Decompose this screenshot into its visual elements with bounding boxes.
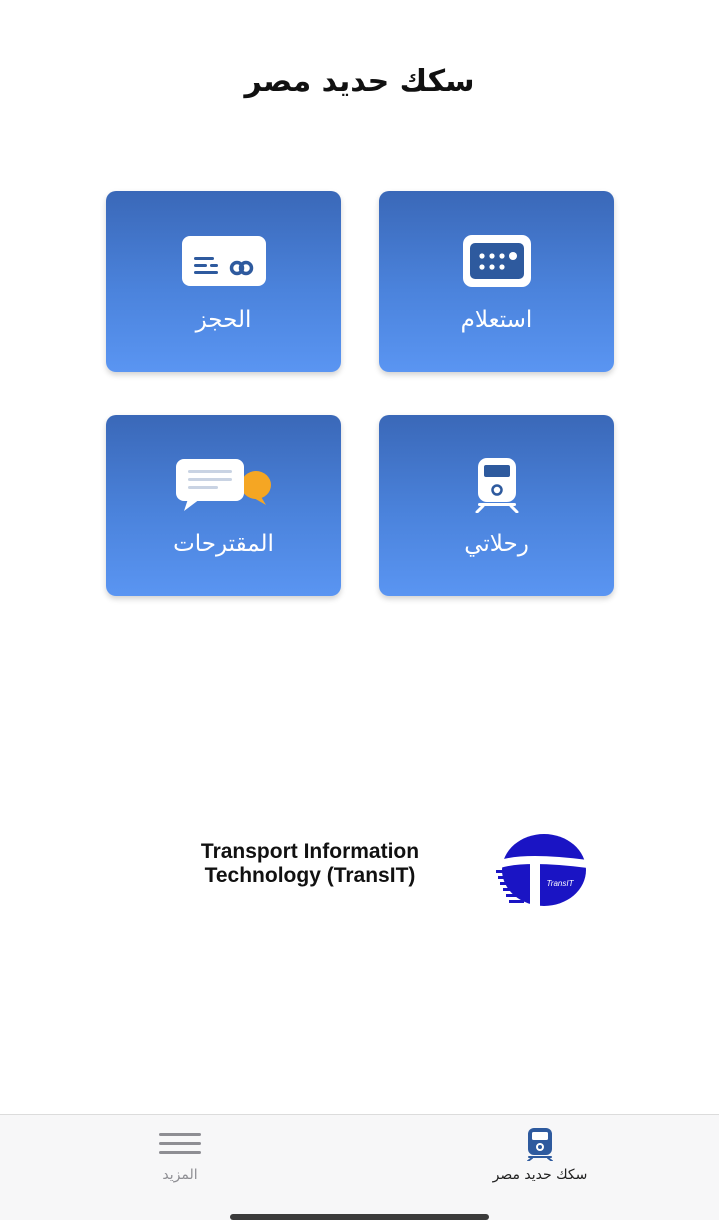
branding-line-2: Technology (TransIT) [204,864,416,887]
bottom-tab-bar: المزيد سكك حديد مصر [0,1114,719,1220]
my-trips-tile[interactable]: رحلاتي [379,415,614,596]
inquiry-tile[interactable]: استعلام [379,191,614,372]
home-indicator [230,1214,489,1220]
my-trips-label: رحلاتي [464,531,529,557]
branding-line-1: Transport Information [200,840,420,863]
booking-label: الحجز [195,307,252,333]
suggestions-label: المقترحات [173,531,274,557]
tab-more[interactable]: المزيد [120,1127,240,1187]
tab-home[interactable]: سكك حديد مصر [460,1127,620,1187]
suggestions-tile[interactable]: المقترحات [106,415,341,596]
tab-home-label: سكك حديد مصر [492,1167,588,1183]
logo-text: TransIT [547,879,575,888]
schedule-board-icon [379,231,614,291]
train-icon [379,455,614,515]
transit-branding: Transport Information Technology (TransI… [150,828,600,912]
transit-logo-icon: TransIT [496,830,588,910]
tab-more-label: المزيد [162,1167,198,1183]
chat-bubbles-icon [106,455,341,515]
menu-icon [120,1127,240,1161]
ticket-card-icon [106,231,341,291]
train-icon [460,1127,620,1161]
booking-tile[interactable]: الحجز [106,191,341,372]
branding-text: Transport Information Technology (TransI… [150,840,470,888]
inquiry-label: استعلام [460,307,533,333]
page-title: سكك حديد مصر [244,64,475,99]
